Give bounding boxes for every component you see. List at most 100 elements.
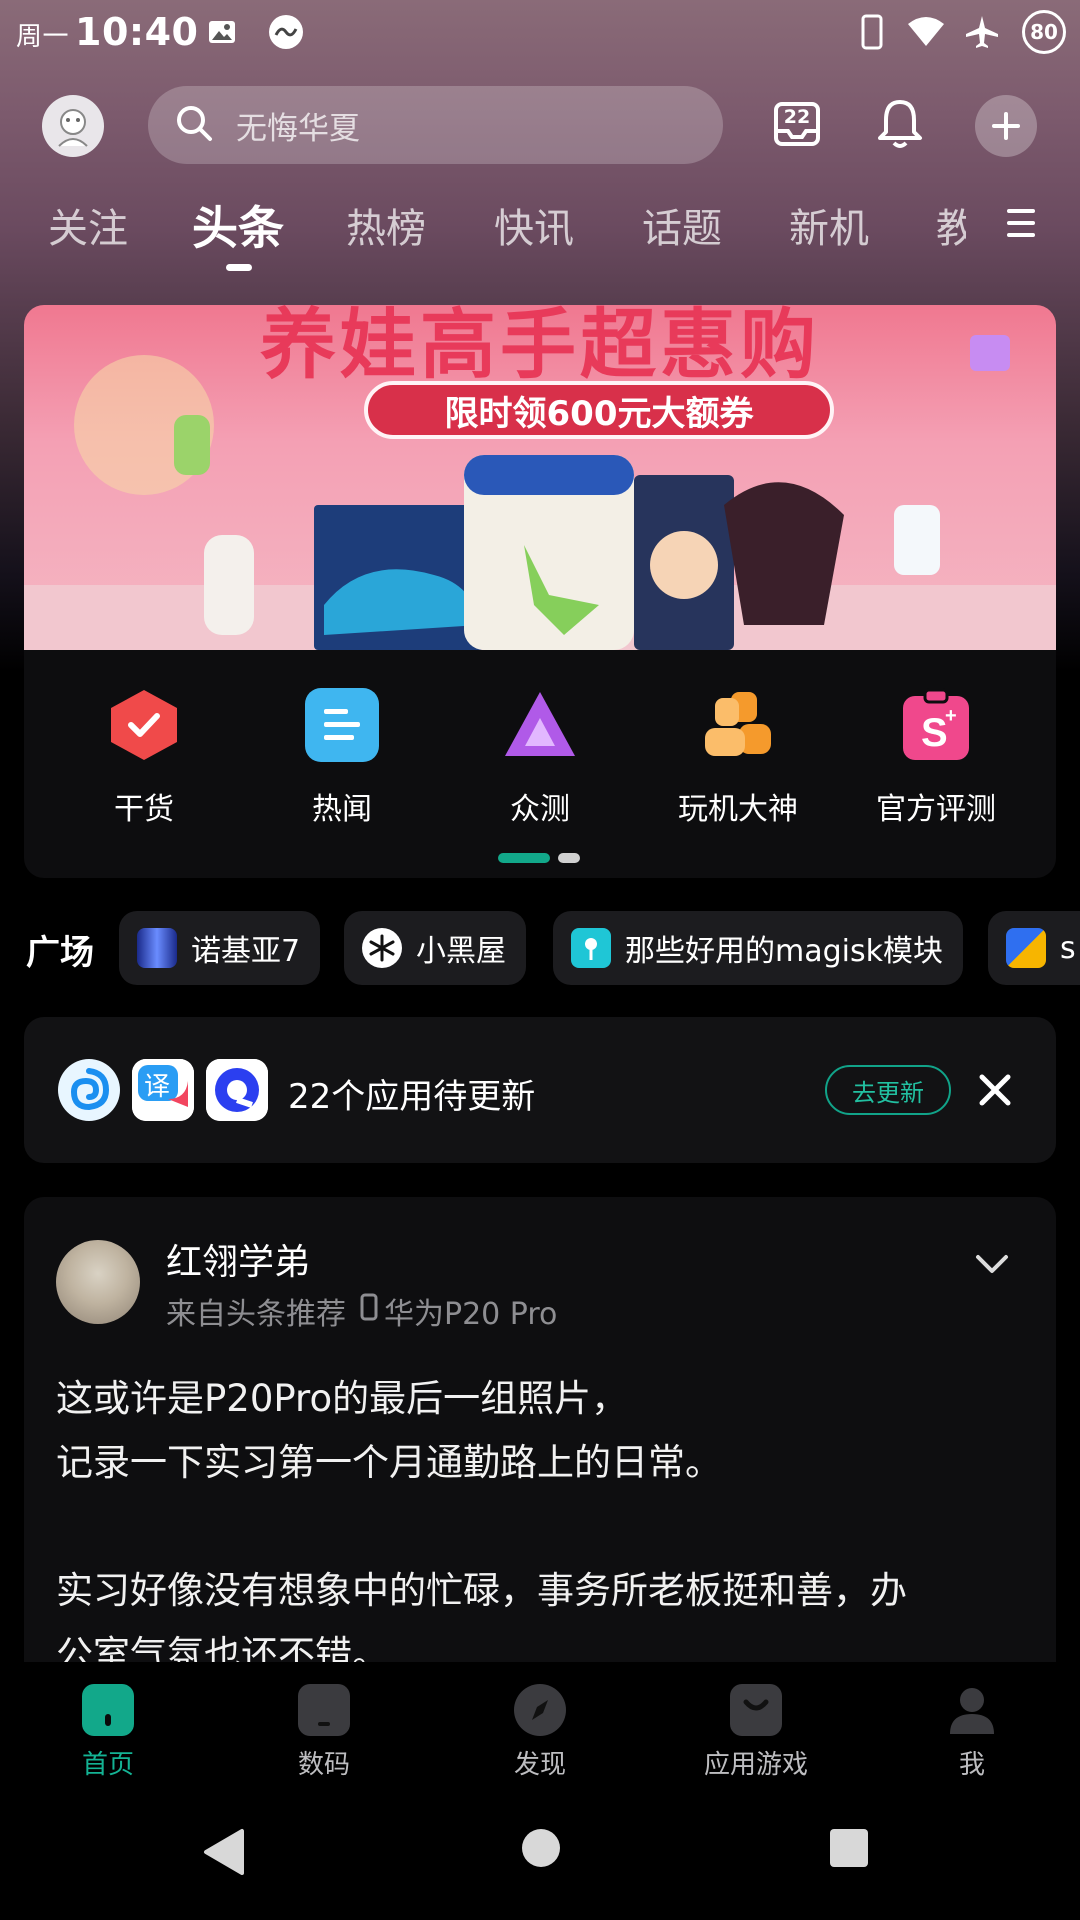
post-source: 来自头条推荐: [166, 1297, 346, 1332]
back-icon[interactable]: [200, 1827, 250, 1881]
battery-icon: 80: [1022, 10, 1066, 54]
nav-label: 首页: [81, 1750, 134, 1780]
snowflake-icon: [362, 928, 402, 968]
bag-icon: [730, 1684, 782, 1736]
post-line: 实习好像没有想象中的忙碌，事务所老板挺和善，办: [56, 1569, 907, 1612]
battery-level: 80: [1030, 20, 1058, 44]
badge-s-icon: S +: [899, 688, 973, 762]
svg-text:S: S: [921, 711, 948, 755]
tab-indicator: [226, 264, 252, 271]
phone-icon: [852, 12, 892, 52]
nav-label: 应用游戏: [703, 1750, 808, 1780]
bell-icon[interactable]: [872, 96, 928, 152]
app-icon-3: [206, 1059, 268, 1121]
tab-tutorial[interactable]: 教: [936, 196, 966, 254]
nav-apps-games[interactable]: 应用游戏: [676, 1684, 836, 1781]
tab-headlines[interactable]: 头条: [192, 192, 284, 258]
page-indicator: [498, 848, 588, 863]
nav-label: 我: [958, 1750, 985, 1780]
status-bar: 周一 10:40 80: [0, 0, 1080, 64]
post-meta: 来自头条推荐 华为P20 Pro: [166, 1289, 557, 1333]
author-avatar[interactable]: [56, 1240, 140, 1324]
vpn-icon: [266, 12, 306, 52]
phone-icon: [360, 1293, 378, 1329]
quick-entry-wanjidashen[interactable]: 玩机大神: [658, 688, 818, 828]
triangle-icon: [503, 688, 577, 762]
post-device: 华为P20 Pro: [384, 1297, 558, 1332]
search-placeholder: 无悔华夏: [236, 110, 360, 147]
search-input[interactable]: 无悔华夏: [148, 86, 723, 164]
chip-label: 小黑屋: [416, 934, 506, 969]
tab-hot-list[interactable]: 热榜: [346, 196, 426, 254]
quick-entry-guanfangpingce[interactable]: S + 官方评测: [856, 688, 1016, 828]
update-count-text: 22个应用待更新: [288, 1077, 536, 1117]
post-line: 这或许是P20Pro的最后一组照片，: [56, 1377, 629, 1420]
system-nav-bar: [0, 1787, 1080, 1920]
status-clock: 10:40: [75, 10, 199, 54]
nav-label: 数码: [297, 1750, 350, 1780]
app-icon-2: 译: [132, 1059, 194, 1121]
quick-entry-label: 干货: [114, 792, 174, 827]
phone-icon: [298, 1684, 350, 1736]
person-icon: [946, 1684, 998, 1736]
quick-entry-rewen[interactable]: 热闻: [262, 688, 422, 828]
home-button-icon[interactable]: [520, 1827, 562, 1873]
airplane-icon: [962, 12, 1002, 52]
post-line: [56, 1495, 1036, 1559]
chip-magisk[interactable]: 那些好用的magisk模块: [553, 911, 963, 985]
chip-label: 那些好用的magisk模块: [625, 934, 943, 969]
svg-text:+: +: [945, 705, 957, 727]
flower-icon: [571, 928, 611, 968]
plus-icon[interactable]: [975, 95, 1037, 157]
author-name[interactable]: 红翎学弟: [166, 1233, 310, 1285]
quick-entry-zhongce[interactable]: 众测: [460, 688, 620, 828]
nav-discover[interactable]: 发现: [460, 1684, 620, 1781]
nav-me[interactable]: 我: [892, 1684, 1052, 1781]
tab-bar: 关注 头条 热榜 快讯 话题 新机 教: [0, 196, 1080, 276]
chip-label: s: [1060, 930, 1076, 966]
home-icon: [82, 1684, 134, 1736]
nav-home[interactable]: 首页: [28, 1684, 188, 1781]
promo-banner[interactable]: 养娃高手超惠购 限时领600元大额券: [24, 305, 1056, 650]
app-thumb-icon: [1006, 928, 1046, 968]
recents-icon[interactable]: [828, 1827, 870, 1873]
quick-entry-label: 玩机大神: [678, 792, 798, 827]
close-icon[interactable]: [974, 1069, 1016, 1111]
avatar-icon[interactable]: [42, 95, 104, 157]
search-icon: [174, 103, 214, 147]
checkmark-shield-icon: [107, 688, 181, 762]
calendar-icon[interactable]: 22: [769, 96, 825, 152]
post-line: 公室气氛也还不错。: [56, 1633, 389, 1667]
post-body: 这或许是P20Pro的最后一组照片， 记录一下实习第一个月通勤路上的日常。 实习…: [56, 1367, 1036, 1667]
status-time: 周一 10:40: [16, 10, 198, 54]
app-icon-1: [58, 1059, 120, 1121]
banner-subtitle: 限时领600元大额券: [364, 381, 834, 439]
chip-xiaoheiwu[interactable]: 小黑屋: [344, 911, 526, 985]
chip-more[interactable]: s: [988, 911, 1080, 985]
wifi-icon: [906, 12, 946, 52]
quick-entry-label: 众测: [510, 792, 570, 827]
document-icon: [305, 688, 379, 762]
compass-icon: [514, 1684, 566, 1736]
post-card[interactable]: 红翎学弟 来自头条推荐 华为P20 Pro 这或许是P20Pro的最后一组照片，…: [24, 1197, 1056, 1667]
update-button[interactable]: 去更新: [825, 1065, 951, 1115]
menu-icon[interactable]: [1005, 205, 1037, 241]
users-icon: [701, 688, 775, 762]
tab-topics[interactable]: 话题: [642, 196, 722, 254]
tab-flash-news[interactable]: 快讯: [494, 196, 574, 254]
square-label: 广场: [26, 933, 94, 973]
app-update-card: 译 22个应用待更新 去更新: [24, 1017, 1056, 1163]
tab-new-phones[interactable]: 新机: [789, 196, 869, 254]
chevron-down-icon[interactable]: [974, 1249, 1010, 1279]
quick-entry-label: 官方评测: [876, 792, 996, 827]
calendar-day: 22: [783, 106, 811, 128]
quick-entry-ganhuo[interactable]: 干货: [64, 688, 224, 828]
svg-text:译: 译: [144, 1072, 170, 1102]
nav-digital[interactable]: 数码: [244, 1684, 404, 1781]
bottom-nav: 首页 数码 发现 应用游戏 我: [0, 1662, 1080, 1787]
tab-follow[interactable]: 关注: [48, 196, 128, 254]
quick-entry-label: 热闻: [312, 792, 372, 827]
banner-title: 养娃高手超惠购: [260, 305, 820, 389]
nav-label: 发现: [513, 1750, 566, 1780]
chip-nokia7[interactable]: 诺基亚7: [119, 911, 321, 985]
